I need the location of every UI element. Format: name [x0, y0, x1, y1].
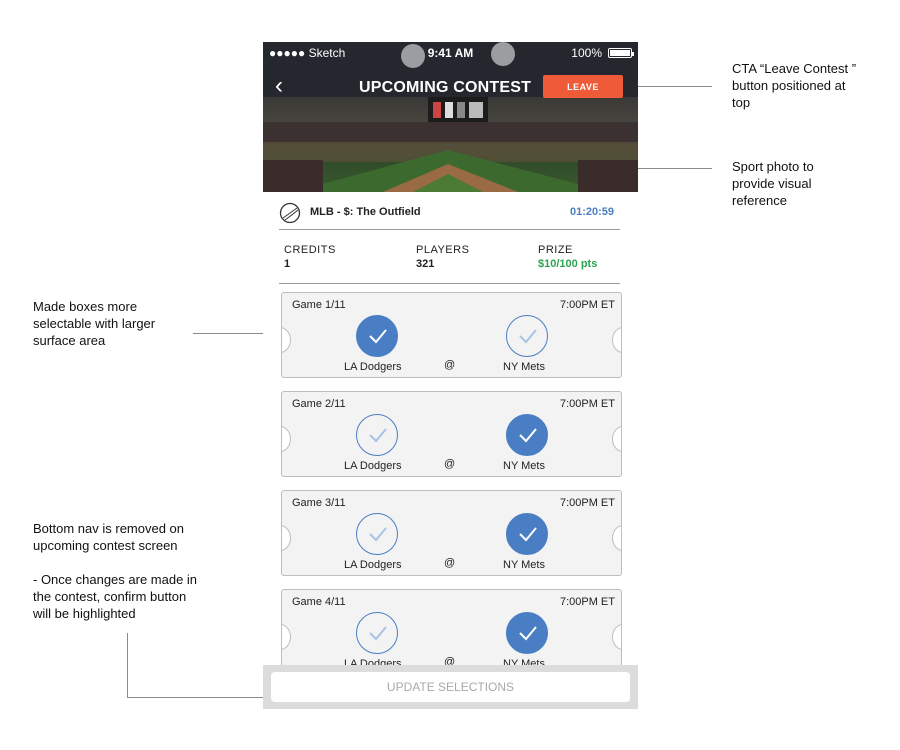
back-chevron-icon[interactable]: ‹ — [275, 74, 283, 98]
stat-label: CREDITS — [284, 244, 336, 256]
annotation-nav-line-h — [127, 697, 269, 698]
game-time: 7:00PM ET — [559, 299, 615, 311]
contest-info-row: MLB - $: The Outfield 01:20:59 — [279, 200, 620, 230]
game-number: Game 2/11 — [292, 398, 346, 410]
at-symbol: @ — [444, 458, 456, 470]
annotation-cta: CTA “Leave Contest ” button positioned a… — [732, 61, 857, 110]
game-number: Game 1/11 — [292, 299, 346, 311]
checkmark-icon — [369, 527, 387, 542]
ticket-notch — [282, 327, 291, 353]
stat-label: PLAYERS — [416, 244, 470, 256]
home-team: NY Mets — [503, 559, 545, 571]
home-team: NY Mets — [503, 460, 545, 472]
checkmark-icon — [369, 626, 387, 641]
away-team: LA Dodgers — [344, 361, 402, 373]
annotation-nav: Bottom nav is removed on upcoming contes… — [33, 521, 198, 621]
game-card[interactable]: Game 3/11 7:00PM ET LA Dodgers @ NY Mets — [281, 490, 622, 576]
stat-prize: PRIZE $10/100 pts — [538, 244, 597, 270]
design-canvas: CTA “Leave Contest ” button positioned a… — [0, 0, 900, 750]
stadium-photo: ●●●●● Sketch 9:41 AM 100% ‹ UPCOMING CON… — [263, 42, 638, 192]
game-card[interactable]: Game 2/11 7:00PM ET LA Dodgers @ NY Mets — [281, 391, 622, 477]
pick-away-button[interactable] — [356, 513, 398, 555]
pick-away-button[interactable] — [356, 414, 398, 456]
phone-screen: ●●●●● Sketch 9:41 AM 100% ‹ UPCOMING CON… — [263, 42, 638, 709]
stat-label: PRIZE — [538, 244, 573, 256]
checkmark-icon — [519, 626, 537, 641]
baseball-icon — [279, 202, 301, 224]
leave-contest-button[interactable]: LEAVE — [543, 75, 623, 98]
annotation-boxes: Made boxes more selectable with larger s… — [33, 299, 156, 348]
ticket-notch — [282, 624, 291, 650]
status-bar: ●●●●● Sketch 9:41 AM 100% — [263, 42, 638, 64]
page-title: UPCOMING CONTEST — [359, 79, 532, 96]
stat-players: PLAYERS 321 — [416, 244, 469, 270]
pick-away-button[interactable] — [356, 612, 398, 654]
pick-home-button[interactable] — [506, 315, 548, 357]
checkmark-icon — [369, 428, 387, 443]
game-time: 7:00PM ET — [559, 497, 615, 509]
annotation-photo-line — [637, 168, 712, 169]
away-team: LA Dodgers — [344, 559, 402, 571]
ticket-notch — [612, 525, 621, 551]
checkmark-icon — [519, 329, 537, 344]
stat-credits: CREDITS 1 — [284, 244, 336, 270]
home-team: NY Mets — [503, 361, 545, 373]
battery-icon — [608, 48, 634, 58]
ticket-notch — [282, 426, 291, 452]
ticket-notch — [612, 426, 621, 452]
bottom-bar: UPDATE SELECTIONS — [263, 665, 638, 709]
game-time: 7:00PM ET — [559, 398, 615, 410]
ticket-notch — [282, 525, 291, 551]
checkmark-icon — [519, 527, 537, 542]
game-number: Game 4/11 — [292, 596, 346, 608]
away-team: LA Dodgers — [344, 460, 402, 472]
stadium-illustration — [263, 42, 638, 192]
battery-label: 100% — [571, 46, 602, 60]
annotation-nav-line-v — [127, 633, 128, 697]
annotation-photo: Sport photo to provide visual reference — [732, 159, 814, 208]
contest-name: MLB - $: The Outfield — [310, 206, 421, 218]
at-symbol: @ — [444, 557, 456, 569]
stat-value: 1 — [284, 258, 291, 270]
game-number: Game 3/11 — [292, 497, 346, 509]
pick-away-button[interactable] — [356, 315, 398, 357]
stat-value: $10/100 pts — [538, 258, 598, 270]
ticket-notch — [612, 624, 621, 650]
game-card[interactable]: Game 4/11 7:00PM ET LA Dodgers @ NY Mets — [281, 589, 622, 675]
ticket-notch — [612, 327, 621, 353]
checkmark-icon — [369, 329, 387, 344]
pick-home-button[interactable] — [506, 612, 548, 654]
countdown-timer: 01:20:59 — [569, 206, 614, 218]
game-time: 7:00PM ET — [559, 596, 615, 608]
pick-home-button[interactable] — [506, 414, 548, 456]
stat-value: 321 — [416, 258, 435, 270]
game-card[interactable]: Game 1/11 7:00PM ET LA Dodgers @ NY Mets — [281, 292, 622, 378]
at-symbol: @ — [444, 359, 456, 371]
checkmark-icon — [519, 428, 537, 443]
update-selections-button[interactable]: UPDATE SELECTIONS — [271, 672, 630, 702]
pick-home-button[interactable] — [506, 513, 548, 555]
contest-stats: CREDITS 1 PLAYERS 321 PRIZE $10/100 pts — [279, 234, 620, 284]
